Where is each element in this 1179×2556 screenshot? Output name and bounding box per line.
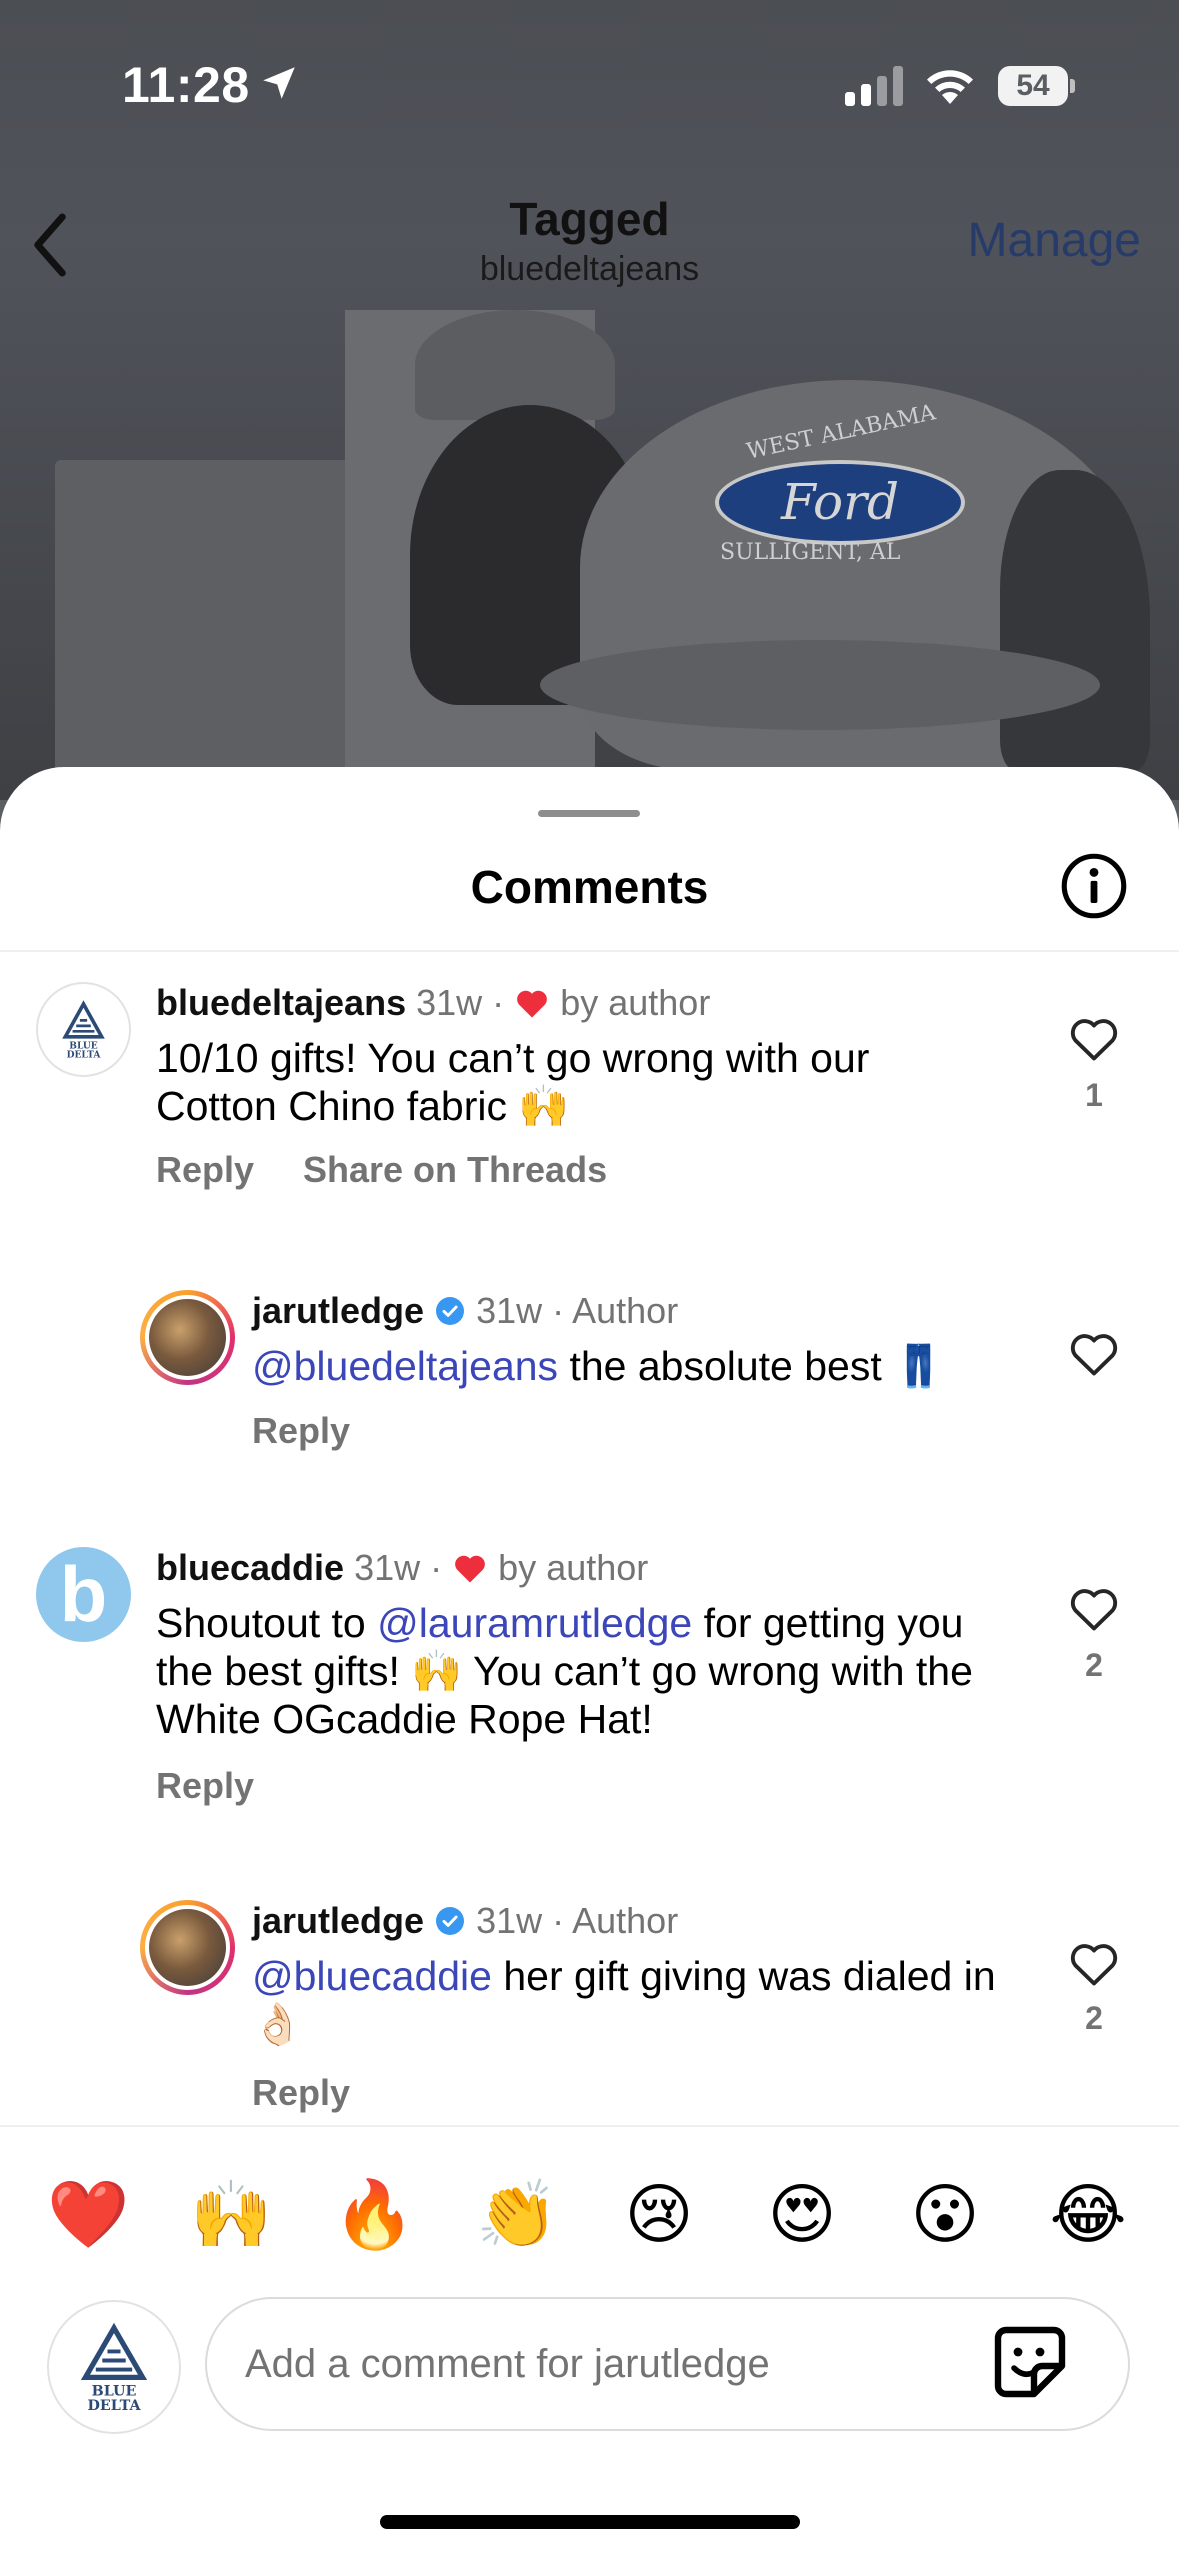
comment-header: jarutledge 31w · Author — [252, 1290, 678, 1332]
comment-reply-item: jarutledge 31w · Author @bluedeltajeans … — [0, 1290, 1179, 1490]
wifi-icon — [927, 70, 973, 104]
comment-header: bluecaddie 31w · by author — [156, 1547, 648, 1589]
reply-button[interactable]: Reply — [156, 1765, 254, 1807]
heart-outline-icon[interactable] — [1068, 1330, 1120, 1378]
current-user-avatar[interactable]: BLUE DELTA — [47, 2300, 181, 2434]
reaction-raised-hands[interactable]: 🙌 — [190, 2175, 272, 2255]
comment-text: 10/10 gifts! You can’t go wrong with our… — [156, 1035, 870, 1129]
avatar[interactable] — [140, 1900, 235, 1995]
home-indicator[interactable] — [380, 2515, 800, 2529]
info-icon[interactable] — [1060, 852, 1128, 920]
comment-text: @bluedeltajeans the absolute best 👖 — [252, 1342, 1052, 1390]
avatar[interactable] — [140, 1290, 235, 1385]
like-count: 2 — [1085, 1647, 1103, 1683]
avatar[interactable]: b — [36, 1547, 131, 1642]
share-on-threads-button[interactable]: Share on Threads — [303, 1149, 607, 1191]
divider — [0, 2125, 1179, 2127]
reaction-crying[interactable]: 😢 — [619, 2175, 699, 2255]
reaction-surprised[interactable]: 😮 — [905, 2175, 985, 2255]
comment-username[interactable]: bluecaddie — [156, 1547, 344, 1588]
photo-cap-text-bottom: SULLIGENT, AL — [720, 540, 901, 565]
mention-link[interactable]: @lauramrutledge — [377, 1600, 692, 1646]
quick-reactions-bar: ❤️ 🙌 🔥 👏 😢 😍 😮 😂 — [0, 2175, 1179, 2255]
comment-reply-item: jarutledge 31w · Author @bluecaddie her … — [0, 1900, 1179, 2120]
avatar-photo — [145, 1295, 230, 1380]
comment-text: @bluecaddie her gift giving was dialed i… — [252, 1952, 1022, 2048]
divider — [0, 950, 1179, 952]
cellular-signal-icon — [845, 66, 903, 106]
comment-time: 31w — [416, 982, 483, 1023]
battery-indicator: 54 — [998, 66, 1076, 106]
comment-username[interactable]: jarutledge — [252, 1290, 424, 1331]
comment-header: bluedeltajeans 31w · by author — [156, 982, 710, 1024]
comment-item: b bluecaddie 31w · by author Shoutout to… — [0, 1547, 1179, 1847]
like-count: 2 — [1085, 2000, 1103, 2036]
sheet-grabber[interactable] — [538, 810, 640, 817]
comment-username[interactable]: jarutledge — [252, 1900, 424, 1941]
heart-outline-icon[interactable] — [1068, 1585, 1120, 1633]
reply-button[interactable]: Reply — [252, 1410, 350, 1452]
mention-link[interactable]: @bluedeltajeans — [252, 1343, 558, 1389]
like-count: 1 — [1085, 1077, 1103, 1113]
photo-cap-mesh — [1000, 470, 1150, 770]
comment-username[interactable]: bluedeltajeans — [156, 982, 406, 1023]
heart-outline-icon[interactable] — [1068, 1940, 1120, 1988]
svg-text:DELTA: DELTA — [67, 1050, 102, 1061]
manage-button[interactable]: Manage — [968, 213, 1141, 268]
comment-body: the absolute best 👖 — [558, 1343, 945, 1389]
comment-time: 31w · Author — [476, 1900, 679, 1941]
heart-filled-icon — [517, 990, 548, 1018]
reply-button[interactable]: Reply — [156, 1149, 254, 1191]
verified-badge-icon — [436, 1297, 465, 1325]
battery-level: 54 — [998, 66, 1068, 106]
sheet-title: Comments — [470, 861, 709, 913]
photo-shelf — [55, 460, 385, 790]
mention-link[interactable]: @bluecaddie — [252, 1953, 492, 1999]
nav-bar: Tagged bluedeltajeans Manage — [0, 170, 1179, 310]
reaction-heart-eyes[interactable]: 😍 — [762, 2175, 842, 2255]
avatar[interactable]: BLUE DELTA — [36, 982, 131, 1077]
battery-nub — [1070, 79, 1075, 93]
comment-text: Shoutout to @lauramrutledge for getting … — [156, 1599, 1016, 1743]
reaction-heart[interactable]: ❤️ — [47, 2175, 129, 2255]
location-arrow-icon — [263, 67, 295, 99]
separator-dot: · — [492, 982, 505, 1023]
reaction-fire[interactable]: 🔥 — [333, 2175, 415, 2255]
comments-sheet: Comments BLUE DELTA bluedeltajeans 31w ·… — [0, 767, 1179, 2556]
comment-input-placeholder: Add a comment for jarutledge — [245, 2342, 770, 2386]
photo-ford-logo: Ford — [715, 460, 965, 545]
avatar-photo — [145, 1905, 230, 1990]
comment-item: BLUE DELTA bluedeltajeans 31w · by autho… — [0, 982, 1179, 1212]
photo-cap-brim — [540, 640, 1100, 730]
reply-button[interactable]: Reply — [252, 2072, 350, 2114]
sticker-icon[interactable] — [990, 2322, 1070, 2402]
comment-time: 31w · Author — [476, 1290, 679, 1331]
photo-hat-top — [415, 310, 615, 420]
comment-header: jarutledge 31w · Author — [252, 1900, 678, 1942]
liked-by-author: by author — [560, 982, 711, 1023]
liked-by-author: by author — [498, 1547, 649, 1588]
blue-delta-logo: BLUE DELTA — [62, 1000, 105, 1061]
verified-badge-icon — [436, 1907, 465, 1935]
comment-body-pre: Shoutout to — [156, 1600, 378, 1646]
svg-text:DELTA: DELTA — [87, 2398, 141, 2414]
heart-filled-icon — [455, 1555, 486, 1583]
status-time: 11:28 — [122, 57, 250, 113]
reaction-clap[interactable]: 👏 — [476, 2175, 558, 2255]
status-bar: 11:28 54 — [0, 0, 1179, 170]
separator-dot: · — [430, 1547, 443, 1588]
heart-outline-icon[interactable] — [1068, 1015, 1120, 1063]
reaction-laughing[interactable]: 😂 — [1048, 2175, 1128, 2255]
blue-delta-logo: BLUE DELTA — [80, 2322, 148, 2414]
comment-time: 31w — [354, 1547, 421, 1588]
